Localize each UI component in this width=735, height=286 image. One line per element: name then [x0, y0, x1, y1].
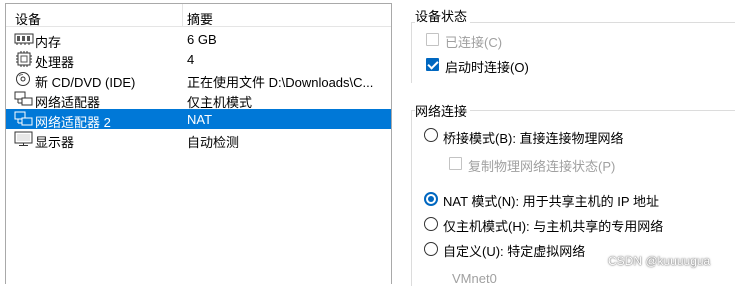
device-summary: 自动检测 [187, 135, 240, 150]
device-row-network-adapter-2[interactable]: 网络适配器 2 NAT [6, 109, 391, 130]
device-status-title: 设备状态 [415, 6, 471, 25]
device-summary: NAT [187, 112, 213, 127]
device-row-network-adapter[interactable]: 网络适配器 仅主机模式 [6, 89, 391, 110]
memory-icon [14, 31, 34, 47]
replicate-state-checkbox[interactable] [449, 157, 462, 170]
network-adapter-icon [14, 91, 34, 107]
watermark: CSDN @kuuuugua [608, 254, 711, 268]
list-header: 设备 摘要 [6, 4, 391, 27]
network-adapter-icon [14, 111, 34, 127]
replicate-state-label: 复制物理网络连接状态(P) [468, 159, 616, 174]
bridged-radio[interactable] [424, 128, 438, 142]
column-separator[interactable] [182, 4, 183, 26]
connect-on-power-on-label: 启动时连接(O) [445, 60, 529, 75]
connected-label: 已连接(C) [445, 35, 503, 50]
display-icon [14, 131, 34, 147]
device-row-processor[interactable]: 处理器 4 [6, 49, 391, 70]
cd-dvd-icon [14, 71, 34, 87]
column-header-device[interactable]: 设备 [15, 9, 41, 28]
nat-radio[interactable] [424, 192, 438, 206]
custom-label: 自定义(U): 特定虚拟网络 [443, 244, 586, 259]
device-row-memory[interactable]: 内存 6 GB [6, 29, 391, 50]
connected-checkbox[interactable] [426, 33, 439, 46]
host-only-label: 仅主机模式(H): 与主机共享的专用网络 [443, 219, 664, 234]
column-header-summary[interactable]: 摘要 [187, 9, 213, 28]
device-name: 显示器 [35, 135, 75, 150]
device-summary: 6 GB [187, 32, 217, 47]
processor-icon [14, 51, 34, 67]
network-connection-title: 网络连接 [415, 101, 471, 120]
device-list: 设备 摘要 内存 6 GB 处理器 4 新 CD/DVD (IDE) 正在使用文… [5, 3, 392, 284]
device-row-cd-dvd[interactable]: 新 CD/DVD (IDE) 正在使用文件 D:\Downloads\C... [6, 69, 391, 90]
bridged-label: 桥接模式(B): 直接连接物理网络 [443, 131, 624, 146]
device-row-display[interactable]: 显示器 自动检测 [6, 129, 391, 150]
connect-on-power-on-checkbox[interactable] [426, 58, 439, 71]
host-only-radio[interactable] [424, 217, 438, 231]
device-summary: 4 [187, 52, 195, 67]
nat-label: NAT 模式(N): 用于共享主机的 IP 地址 [443, 194, 659, 209]
custom-radio[interactable] [424, 242, 438, 256]
